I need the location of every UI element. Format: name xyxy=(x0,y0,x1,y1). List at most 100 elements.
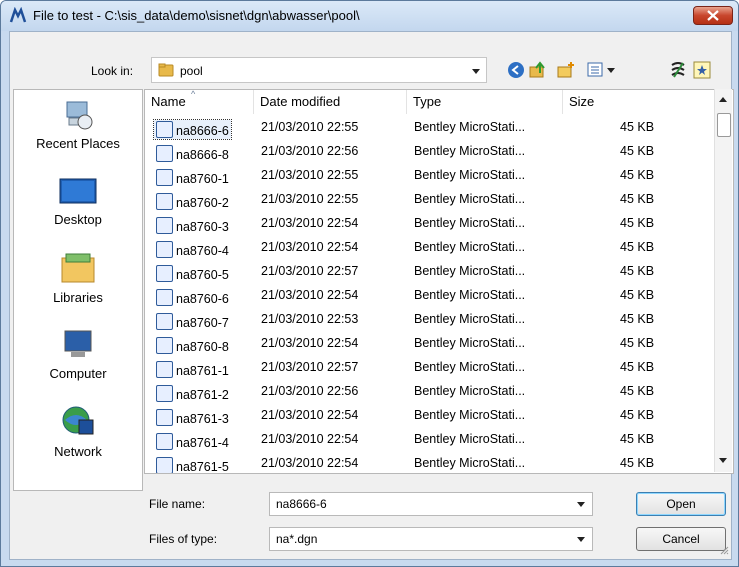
view-menu-icon[interactable] xyxy=(587,61,605,79)
file-name-cell[interactable]: na8761-1 xyxy=(154,360,231,379)
table-row[interactable]: na8761-2 21/03/2010 22:56 Bentley MicroSta… xyxy=(145,382,715,403)
computer-icon xyxy=(64,330,92,357)
place-label: Libraries xyxy=(53,290,103,305)
type-cell: Bentley MicroStati... xyxy=(414,312,526,326)
vertical-scrollbar[interactable] xyxy=(714,89,732,472)
dgn-file-icon xyxy=(156,193,173,210)
cancel-button[interactable]: Cancel xyxy=(636,527,726,551)
scroll-up-icon[interactable] xyxy=(719,97,727,102)
file-name-cell[interactable]: na8761-2 xyxy=(154,384,231,403)
date-cell: 21/03/2010 22:54 xyxy=(261,216,359,230)
file-name-text: na8760-2 xyxy=(176,196,229,210)
file-list[interactable]: ^ Name Date modified Type Size na8666-6 2… xyxy=(144,89,734,474)
date-cell: 21/03/2010 22:57 xyxy=(261,264,359,278)
folder-icon xyxy=(158,63,174,77)
file-type-label: Files of type: xyxy=(149,532,218,546)
table-row[interactable]: na8761-4 21/03/2010 22:54 Bentley MicroSta… xyxy=(145,430,715,451)
file-name-cell[interactable]: na8761-3 xyxy=(154,408,231,427)
table-row[interactable]: na8761-5 21/03/2010 22:54 Bentley MicroSta… xyxy=(145,454,715,473)
libraries-icon xyxy=(61,253,95,283)
column-header-type[interactable]: Type xyxy=(407,90,563,114)
chevron-down-icon[interactable] xyxy=(577,537,585,542)
file-name-cell[interactable]: na8761-5 xyxy=(154,456,231,473)
table-row[interactable]: na8760-2 21/03/2010 22:55 Bentley MicroSta… xyxy=(145,190,715,211)
table-row[interactable]: na8761-1 21/03/2010 22:57 Bentley MicroSta… xyxy=(145,358,715,379)
file-name-cell[interactable]: na8666-6 xyxy=(153,119,232,140)
type-cell: Bentley MicroStati... xyxy=(414,264,526,278)
chevron-down-icon[interactable] xyxy=(472,69,480,74)
scroll-thumb[interactable] xyxy=(717,113,731,137)
place-label: Recent Places xyxy=(36,136,120,151)
file-type-value: na*.dgn xyxy=(276,532,318,546)
file-name-label: File name: xyxy=(149,497,206,511)
file-name-cell[interactable]: na8760-1 xyxy=(154,168,231,187)
place-network[interactable]: Network xyxy=(14,404,142,474)
type-cell: Bentley MicroStati... xyxy=(414,216,526,230)
file-name-cell[interactable]: na8760-2 xyxy=(154,192,231,211)
window-title: File to test - C:\sis_data\demo\sisnet\d… xyxy=(33,8,360,23)
file-name-cell[interactable]: na8761-4 xyxy=(154,432,231,451)
dgn-file-icon xyxy=(156,121,173,138)
size-cell: 45 KB xyxy=(620,168,655,182)
file-name-cell[interactable]: na8760-7 xyxy=(154,312,231,331)
table-row[interactable]: na8666-8 21/03/2010 22:56 Bentley MicroSta… xyxy=(145,142,715,163)
column-header-size[interactable]: Size xyxy=(563,90,715,114)
table-row[interactable]: na8760-7 21/03/2010 22:53 Bentley MicroSta… xyxy=(145,310,715,331)
dgn-file-icon xyxy=(156,433,173,450)
file-name-text: na8761-4 xyxy=(176,436,229,450)
file-name-cell[interactable]: na8760-3 xyxy=(154,216,231,235)
view-menu-arrow-icon[interactable] xyxy=(607,68,615,73)
file-name-text: na8761-3 xyxy=(176,412,229,426)
place-libraries[interactable]: Libraries xyxy=(14,252,142,322)
column-header-date[interactable]: Date modified xyxy=(254,90,407,114)
file-name-field[interactable]: na8666-6 xyxy=(269,492,593,516)
table-row[interactable]: na8761-3 21/03/2010 22:54 Bentley MicroSta… xyxy=(145,406,715,427)
table-row[interactable]: na8760-6 21/03/2010 22:54 Bentley MicroSta… xyxy=(145,286,715,307)
type-cell: Bentley MicroStati... xyxy=(414,360,526,374)
file-name-text: na8761-1 xyxy=(176,364,229,378)
file-name-text: na8760-1 xyxy=(176,172,229,186)
close-button[interactable] xyxy=(693,6,733,25)
place-recent-places[interactable]: Recent Places xyxy=(14,98,142,168)
file-name-cell[interactable]: na8760-5 xyxy=(154,264,231,283)
date-cell: 21/03/2010 22:53 xyxy=(261,312,359,326)
type-cell: Bentley MicroStati... xyxy=(414,336,526,350)
place-desktop[interactable]: Desktop xyxy=(14,176,142,246)
file-name-cell[interactable]: na8760-4 xyxy=(154,240,231,259)
table-row[interactable]: na8760-5 21/03/2010 22:57 Bentley MicroSta… xyxy=(145,262,715,283)
date-cell: 21/03/2010 22:56 xyxy=(261,144,359,158)
type-cell: Bentley MicroStati... xyxy=(414,192,526,206)
close-icon xyxy=(707,10,719,21)
type-cell: Bentley MicroStati... xyxy=(414,240,526,254)
look-in-combo[interactable]: pool xyxy=(151,57,487,83)
up-folder-icon[interactable] xyxy=(529,61,547,79)
file-type-select[interactable]: na*.dgn xyxy=(269,527,593,551)
table-row[interactable]: na8760-8 21/03/2010 22:54 Bentley MicroSta… xyxy=(145,334,715,355)
table-row[interactable]: na8666-6 21/03/2010 22:55 Bentley MicroSta… xyxy=(145,118,715,140)
title-bar[interactable]: File to test - C:\sis_data\demo\sisnet\d… xyxy=(1,1,738,31)
size-cell: 45 KB xyxy=(620,192,655,206)
table-row[interactable]: na8760-4 21/03/2010 22:54 Bentley MicroSta… xyxy=(145,238,715,259)
scroll-down-icon[interactable] xyxy=(719,458,727,463)
back-icon[interactable] xyxy=(507,61,525,79)
column-header-name[interactable]: ^ Name xyxy=(145,90,254,114)
favorite-icon[interactable] xyxy=(693,61,711,79)
open-button[interactable]: Open xyxy=(636,492,726,516)
table-row[interactable]: na8760-1 21/03/2010 22:55 Bentley MicroSta… xyxy=(145,166,715,187)
type-cell: Bentley MicroStati... xyxy=(414,384,526,398)
new-folder-icon[interactable] xyxy=(557,61,575,79)
places-bar: Recent Places Desktop Libraries Computer… xyxy=(13,89,143,491)
file-name-text: na8760-7 xyxy=(176,316,229,330)
type-cell: Bentley MicroStati... xyxy=(414,144,526,158)
file-name-cell[interactable]: na8666-8 xyxy=(154,144,231,163)
microstation-app-icon xyxy=(9,7,27,23)
file-name-cell[interactable]: na8760-8 xyxy=(154,336,231,355)
file-name-cell[interactable]: na8760-6 xyxy=(154,288,231,307)
place-computer[interactable]: Computer xyxy=(14,328,142,398)
type-cell: Bentley MicroStati... xyxy=(414,456,526,470)
app-icon[interactable] xyxy=(669,61,687,79)
chevron-down-icon[interactable] xyxy=(577,502,585,507)
table-row[interactable]: na8760-3 21/03/2010 22:54 Bentley MicroSta… xyxy=(145,214,715,235)
size-cell: 45 KB xyxy=(620,288,655,302)
resize-grip-icon[interactable] xyxy=(719,545,729,555)
